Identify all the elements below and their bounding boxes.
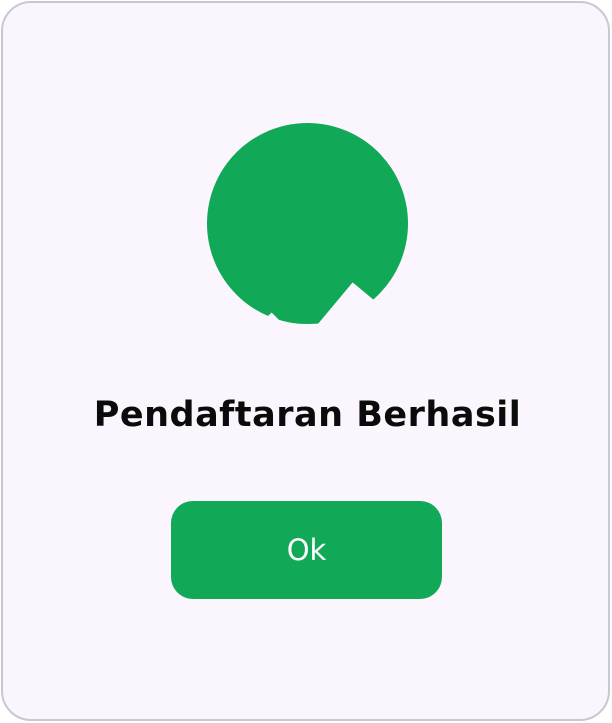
success-dialog: Pendaftaran Berhasil Ok <box>1 1 610 721</box>
checkmark-circle-icon <box>207 123 408 324</box>
checkmark-icon <box>260 282 374 324</box>
ok-button[interactable]: Ok <box>171 501 442 599</box>
dialog-title: Pendaftaran Berhasil <box>93 395 522 435</box>
